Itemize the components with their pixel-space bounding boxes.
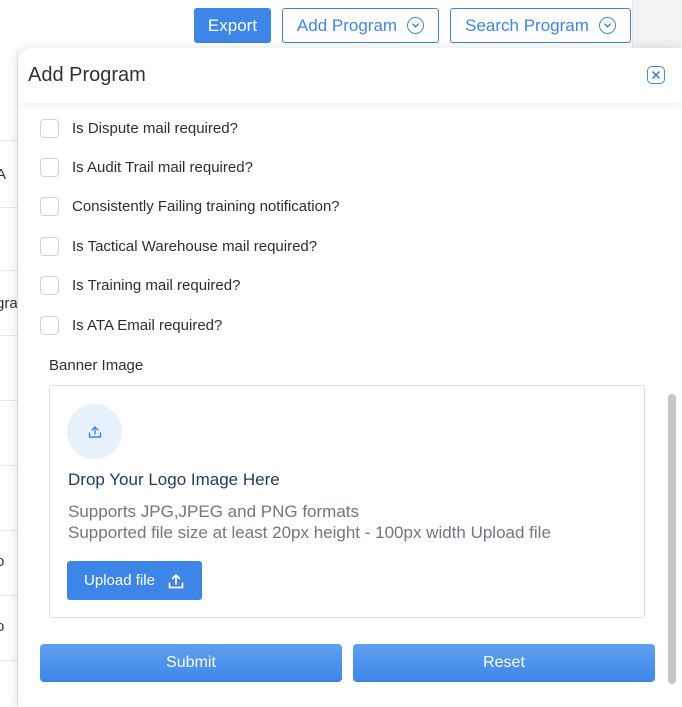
export-button-label: Export bbox=[207, 15, 258, 35]
table-cell-fragment: o bbox=[0, 618, 4, 635]
table-row-divider bbox=[0, 400, 17, 401]
modal-scrollbar[interactable] bbox=[668, 394, 676, 684]
checkbox-label: Is Dispute mail required? bbox=[72, 119, 238, 137]
checkbox-ata-email[interactable]: Is ATA Email required? bbox=[40, 314, 222, 336]
upload-icon bbox=[168, 573, 184, 588]
add-program-modal: Add Program Is Dispute mail required? Is… bbox=[18, 48, 682, 707]
checkbox-label: Is Audit Trail mail required? bbox=[72, 158, 253, 176]
cloud-upload-icon bbox=[67, 404, 122, 459]
checkbox-input[interactable] bbox=[40, 118, 59, 138]
checkbox-input[interactable] bbox=[40, 196, 59, 216]
checkbox-label: Is ATA Email required? bbox=[72, 316, 223, 334]
table-row-divider bbox=[0, 595, 17, 596]
background-table-column: A t gra t o o t bbox=[0, 50, 18, 707]
search-program-label: Search Program bbox=[465, 15, 589, 35]
checkbox-label: Is Tactical Warehouse mail required? bbox=[72, 237, 318, 255]
dropzone-title: Drop Your Logo Image Here bbox=[68, 470, 280, 489]
checkbox-training-mail[interactable]: Is Training mail required? bbox=[40, 274, 240, 296]
table-row-divider bbox=[0, 530, 17, 531]
dropzone-size-hint: Supported file size at least 20px height… bbox=[68, 523, 551, 542]
checkbox-input[interactable] bbox=[40, 157, 59, 177]
close-icon bbox=[652, 71, 660, 79]
table-row-divider bbox=[0, 140, 17, 141]
add-program-label: Add Program bbox=[296, 15, 398, 35]
upload-file-button[interactable]: Upload file bbox=[67, 561, 202, 600]
submit-button[interactable]: Submit bbox=[40, 644, 342, 682]
add-program-button[interactable]: Add Program bbox=[282, 8, 439, 43]
checkbox-audit-trail-mail[interactable]: Is Audit Trail mail required? bbox=[40, 156, 253, 178]
checkbox-label: Is Training mail required? bbox=[72, 276, 241, 294]
submit-label: Submit bbox=[166, 654, 216, 671]
dropzone-formats: Supports JPG,JPEG and PNG formats bbox=[68, 502, 360, 521]
banner-dropzone[interactable]: Drop Your Logo Image Here Supports JPG,J… bbox=[49, 385, 645, 618]
reset-button[interactable]: Reset bbox=[353, 644, 655, 682]
table-cell-fragment: o bbox=[0, 553, 4, 570]
checkbox-failing-training[interactable]: Consistently Failing training notificati… bbox=[40, 195, 340, 217]
modal-title: Add Program bbox=[28, 64, 146, 86]
banner-image-label: Banner Image bbox=[49, 357, 144, 374]
background-toolbar: Export Add Program Search Program bbox=[0, 0, 682, 50]
upload-file-label: Upload file bbox=[84, 572, 155, 589]
close-button[interactable] bbox=[647, 66, 665, 84]
checkbox-tactical-warehouse-mail[interactable]: Is Tactical Warehouse mail required? bbox=[40, 235, 317, 257]
table-cell-fragment: A bbox=[0, 166, 6, 183]
modal-header: Add Program bbox=[18, 48, 682, 103]
table-row-divider bbox=[0, 270, 17, 271]
table-row-divider bbox=[0, 660, 17, 661]
chevron-down-icon bbox=[598, 17, 616, 34]
export-button[interactable]: Export bbox=[194, 8, 271, 43]
toolbar-edge bbox=[632, 0, 682, 50]
chevron-down-icon bbox=[407, 17, 425, 34]
checkbox-input[interactable] bbox=[40, 315, 59, 335]
table-row-divider bbox=[0, 465, 17, 466]
search-program-button[interactable]: Search Program bbox=[450, 8, 631, 43]
table-cell-fragment: gra bbox=[0, 295, 18, 312]
checkbox-input[interactable] bbox=[40, 275, 59, 295]
checkbox-input[interactable] bbox=[40, 236, 59, 256]
table-row-divider bbox=[0, 207, 17, 208]
reset-label: Reset bbox=[483, 654, 525, 671]
checkbox-label: Consistently Failing training notificati… bbox=[72, 197, 340, 215]
checkbox-dispute-mail[interactable]: Is Dispute mail required? bbox=[40, 117, 238, 139]
table-row-divider bbox=[0, 335, 17, 336]
